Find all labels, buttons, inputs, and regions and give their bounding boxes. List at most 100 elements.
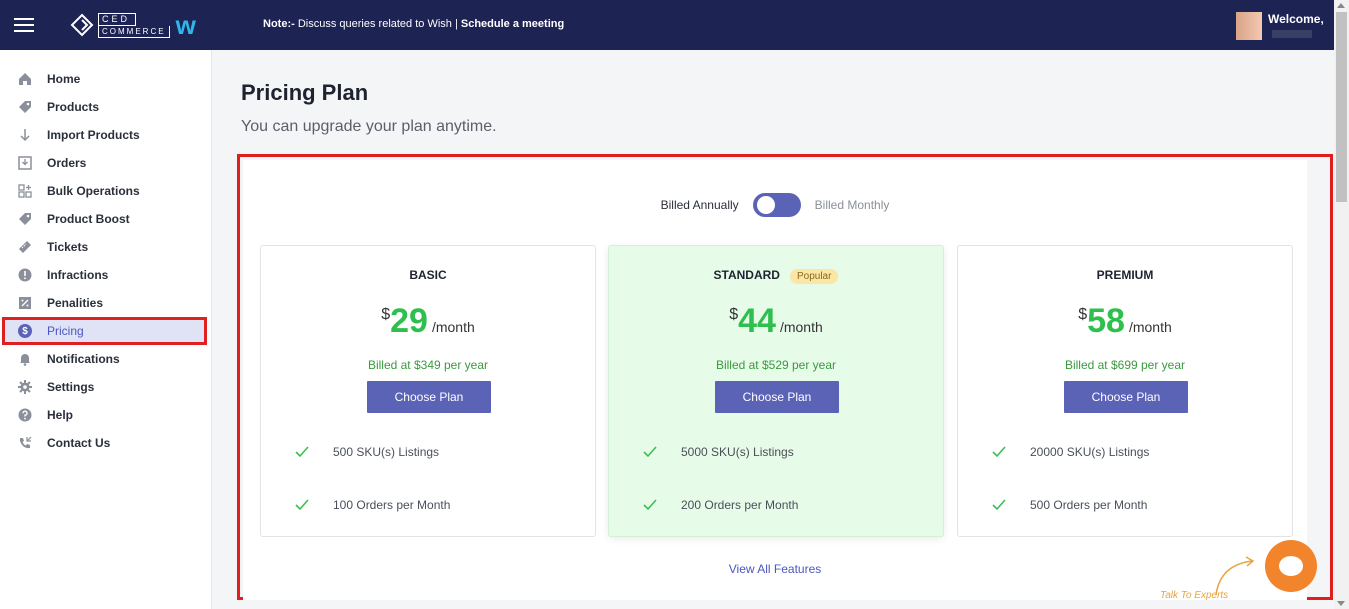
logo-top-text: CED <box>98 12 136 26</box>
price-period: /month <box>779 319 823 335</box>
sidebar-item-label: Home <box>47 72 81 86</box>
sidebar-item-label: Penalities <box>47 296 104 310</box>
sidebar-item-label: Import Products <box>47 128 140 142</box>
ticket-icon <box>17 239 33 255</box>
sidebar: Home Products Import Products Orders Bul… <box>0 50 212 609</box>
sidebar-item-penalities[interactable]: Penalities <box>0 289 206 317</box>
sidebar-item-label: Bulk Operations <box>47 184 140 198</box>
price-period: /month <box>431 319 475 335</box>
plan-feature: 100 Orders per Month <box>294 497 450 513</box>
check-icon <box>643 499 657 511</box>
sidebar-item-import-products[interactable]: Import Products <box>0 121 206 149</box>
avatar[interactable] <box>1236 12 1262 40</box>
grid-plus-icon <box>17 183 33 199</box>
home-icon <box>17 71 33 87</box>
choose-plan-button[interactable]: Choose Plan <box>367 381 491 413</box>
check-icon <box>992 446 1006 458</box>
page-scrollbar[interactable] <box>1334 0 1349 609</box>
schedule-meeting-link[interactable]: Schedule a meeting <box>461 18 564 30</box>
header-notice: Note:- Discuss queries related to Wish |… <box>263 18 564 30</box>
price-currency: $ <box>381 306 391 323</box>
sidebar-item-products[interactable]: Products <box>0 93 206 121</box>
scroll-up-arrow-icon[interactable] <box>1337 3 1345 8</box>
billed-monthly-label[interactable]: Billed Monthly <box>815 198 890 212</box>
alert-circle-icon <box>17 267 33 283</box>
choose-plan-button[interactable]: Choose Plan <box>1064 381 1188 413</box>
billed-annually-label[interactable]: Billed Annually <box>661 198 739 212</box>
plan-feature: 500 SKU(s) Listings <box>294 444 439 460</box>
sidebar-item-home[interactable]: Home <box>0 65 206 93</box>
check-icon <box>992 499 1006 511</box>
sidebar-item-label: Notifications <box>47 352 120 366</box>
plan-billed-text: Billed at $529 per year <box>715 358 837 372</box>
sidebar-item-settings[interactable]: Settings <box>0 373 206 401</box>
sidebar-item-label: Infractions <box>47 268 109 282</box>
price-currency: $ <box>729 306 739 323</box>
price-amount: 29 <box>390 302 428 340</box>
sidebar-item-notifications[interactable]: Notifications <box>0 345 206 373</box>
plan-card-basic: BASIC $29/month Billed at $349 per year … <box>260 245 596 537</box>
billing-toggle-switch[interactable] <box>752 193 801 217</box>
popular-badge: Popular <box>789 269 839 284</box>
page-subtitle: You can upgrade your plan anytime. <box>241 118 497 135</box>
toggle-knob <box>756 196 775 214</box>
sidebar-item-orders[interactable]: Orders <box>0 149 206 177</box>
top-bar: CED COMMERCE w Note:- Discuss queries re… <box>0 0 1349 50</box>
billing-toggle-row: Billed Annually Billed Monthly <box>243 193 1307 217</box>
chat-button[interactable] <box>1265 540 1317 592</box>
chat-bubble-icon <box>1279 556 1303 576</box>
inbox-download-icon <box>17 155 33 171</box>
logo-text: CED COMMERCE <box>98 12 170 38</box>
wish-logo-icon: w <box>175 10 196 40</box>
sidebar-item-label: Help <box>47 408 74 422</box>
sidebar-item-product-boost[interactable]: Product Boost <box>0 205 206 233</box>
plan-price: $58/month <box>958 302 1292 341</box>
plan-billed-text: Billed at $349 per year <box>367 358 489 372</box>
feature-text: 200 Orders per Month <box>681 498 799 512</box>
dollar-circle-icon: $ <box>17 323 33 339</box>
plan-name: PREMIUM <box>1096 268 1154 282</box>
percent-doc-icon <box>17 295 33 311</box>
tag-icon <box>17 211 33 227</box>
choose-plan-button[interactable]: Choose Plan <box>715 381 839 413</box>
check-icon <box>295 446 309 458</box>
tag-icon <box>17 99 33 115</box>
pricing-panel-highlight: Billed Annually Billed Monthly BASIC $29… <box>237 154 1333 600</box>
view-all-features-link[interactable]: View All Features <box>243 562 1307 576</box>
feature-text: 5000 SKU(s) Listings <box>681 445 794 459</box>
talk-to-experts-text: Talk To Experts <box>1160 590 1229 601</box>
price-amount: 58 <box>1087 302 1125 340</box>
sidebar-item-contact-us[interactable]: Contact Us <box>0 429 206 457</box>
notice-prefix: Note:- <box>263 18 295 30</box>
gear-icon <box>17 379 33 395</box>
sidebar-item-label: Settings <box>47 380 95 394</box>
scroll-down-arrow-icon[interactable] <box>1337 601 1345 606</box>
plan-card-premium: PREMIUM $58/month Billed at $699 per yea… <box>957 245 1293 537</box>
bell-icon <box>17 351 33 367</box>
scrollbar-thumb[interactable] <box>1336 12 1347 202</box>
arrow-down-icon <box>17 127 33 143</box>
sidebar-item-tickets[interactable]: Tickets <box>0 233 206 261</box>
hamburger-menu-icon[interactable] <box>14 14 34 36</box>
plan-price: $29/month <box>261 302 595 341</box>
sidebar-item-pricing[interactable]: $ Pricing <box>2 317 207 345</box>
sidebar-item-help[interactable]: Help <box>0 401 206 429</box>
username-redacted <box>1272 30 1312 38</box>
price-amount: 44 <box>738 302 776 340</box>
sidebar-item-label: Products <box>47 100 100 114</box>
plan-feature: 5000 SKU(s) Listings <box>642 444 794 460</box>
price-currency: $ <box>1078 306 1088 323</box>
cedcommerce-logo[interactable]: CED COMMERCE w <box>70 10 196 40</box>
sidebar-item-infractions[interactable]: Infractions <box>0 261 206 289</box>
plan-name: BASIC <box>409 268 447 282</box>
feature-text: 500 SKU(s) Listings <box>333 445 440 459</box>
feature-text: 20000 SKU(s) Listings <box>1030 445 1150 459</box>
plan-billed-text: Billed at $699 per year <box>1064 358 1186 372</box>
sidebar-item-label: Tickets <box>47 240 89 254</box>
sidebar-item-label: Orders <box>47 156 87 170</box>
cedcommerce-mark-icon <box>70 13 94 37</box>
sidebar-item-bulk-operations[interactable]: Bulk Operations <box>0 177 206 205</box>
logo-bottom-text: COMMERCE <box>98 25 170 38</box>
welcome-text[interactable]: Welcome, <box>1268 12 1324 26</box>
check-icon <box>295 499 309 511</box>
